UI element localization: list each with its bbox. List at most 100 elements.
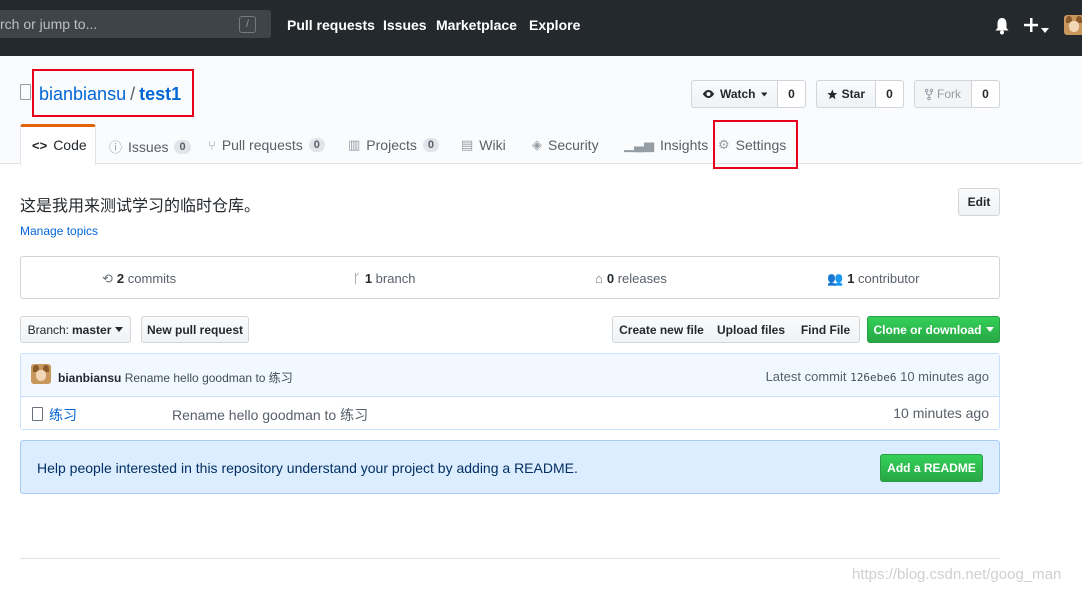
watch-button[interactable]: Watch <box>691 80 778 108</box>
issue-icon: ⓘ <box>109 140 123 155</box>
eye-icon <box>702 89 715 99</box>
find-file-button[interactable]: Find File <box>792 316 860 343</box>
watch-count[interactable]: 0 <box>778 80 806 108</box>
history-icon: ⟲ <box>102 271 113 286</box>
file-name-link[interactable]: 练习 <box>49 405 77 425</box>
fork-count[interactable]: 0 <box>972 80 1000 108</box>
bell-icon[interactable] <box>994 17 1010 38</box>
search-placeholder: rch or jump to... <box>0 16 98 32</box>
contributors-link[interactable]: 👥 1 contributor <box>827 271 919 287</box>
watermark: https://blog.csdn.net/goog_man <box>852 566 1062 583</box>
branch-prefix: Branch: <box>27 322 69 337</box>
fork-icon <box>925 88 933 100</box>
commit-author-link[interactable]: bianbiansu <box>58 371 121 385</box>
tab-wiki[interactable]: ▤ Wiki <box>461 137 506 153</box>
releases-link[interactable]: ⌂ 0 releases <box>595 271 667 286</box>
star-button[interactable]: Star <box>816 80 876 108</box>
highlight-box-settings <box>713 120 798 169</box>
repo-description: 这是我用来测试学习的临时仓库。 <box>20 198 261 215</box>
commit-age: 10 minutes ago <box>900 369 989 384</box>
global-header: rch or jump to... / Pull requests Issues… <box>0 0 1082 56</box>
tab-projects-label: Projects <box>366 137 417 153</box>
commit-sha-link[interactable]: 126ebe6 <box>850 371 896 384</box>
upload-files-button[interactable]: Upload files <box>710 316 793 343</box>
commit-message-link[interactable]: Rename hello goodman to 练习 <box>125 371 293 385</box>
latest-commit-info: Latest commit 126ebe6 10 minutes ago <box>766 369 989 384</box>
tab-code[interactable]: <> Code <box>32 137 87 153</box>
slash-shortcut-hint: / <box>239 16 256 33</box>
edit-description-button[interactable]: Edit <box>958 188 1000 216</box>
manage-topics-link[interactable]: Manage topics <box>20 224 98 238</box>
fork-button-group: Fork 0 <box>914 80 1000 108</box>
commits-label: commits <box>127 271 177 286</box>
pull-request-icon: ⑂ <box>208 137 216 153</box>
commit-summary: bianbiansu Rename hello goodman to 练习 <box>58 369 293 386</box>
commits-count: 2 <box>116 271 125 286</box>
tab-code-label: Code <box>53 137 87 153</box>
commit-author-avatar[interactable] <box>31 364 51 384</box>
branch-name: master <box>72 322 112 337</box>
nav-issues[interactable]: Issues <box>383 17 427 33</box>
tab-pull-requests-count: 0 <box>308 138 325 152</box>
contributor-count: 1 <box>847 271 855 286</box>
watch-label: Watch <box>719 87 756 101</box>
tab-projects-count: 0 <box>422 138 439 152</box>
clone-label: Clone or download <box>873 322 982 337</box>
repo-icon <box>20 84 31 100</box>
commit-tease: bianbiansu Rename hello goodman to 练习 La… <box>21 354 999 397</box>
tab-pull-requests[interactable]: ⑂ Pull requests 0 <box>208 137 325 153</box>
fork-button[interactable]: Fork <box>914 80 972 108</box>
table-row: 练习 Rename hello goodman to 练习 10 minutes… <box>21 397 999 429</box>
tab-issues-label: Issues <box>128 138 169 155</box>
avatar[interactable] <box>1064 15 1082 35</box>
branch-label: branch <box>375 271 416 286</box>
footer-divider <box>20 558 1000 559</box>
nav-pull-requests[interactable]: Pull requests <box>287 17 375 33</box>
project-icon: ▥ <box>348 137 361 152</box>
branch-icon: ᚴ <box>353 271 361 286</box>
tab-wiki-label: Wiki <box>479 137 506 153</box>
numbers-summary: ⟲ 2 commits ᚴ1 branch ⌂ 0 releases 👥 1 cont… <box>20 256 1000 299</box>
tab-security-label: Security <box>548 137 599 153</box>
commits-link[interactable]: ⟲ 2 commits <box>102 271 176 287</box>
tab-issues-count: 0 <box>174 139 191 154</box>
tab-security[interactable]: ◈ Security <box>532 137 599 153</box>
fork-label: Fork <box>937 87 961 101</box>
search-input[interactable]: rch or jump to... / <box>0 10 271 38</box>
star-label: Star <box>841 87 865 101</box>
graph-icon: ▁▃▅ <box>624 137 654 152</box>
caret-down-icon[interactable] <box>1041 22 1049 37</box>
file-age: 10 minutes ago <box>893 405 989 421</box>
shield-icon: ◈ <box>532 137 542 152</box>
tab-insights[interactable]: ▁▃▅ Insights <box>624 137 708 153</box>
readme-prompt-text: Help people interested in this repositor… <box>37 460 578 476</box>
plus-icon[interactable] <box>1024 17 1038 36</box>
caret-down-icon <box>760 91 767 97</box>
clone-or-download-button[interactable]: Clone or download <box>867 316 1000 343</box>
tab-insights-label: Insights <box>660 137 709 153</box>
star-button-group: Star 0 <box>816 80 904 108</box>
caret-down-icon <box>115 327 124 332</box>
new-pull-request-button[interactable]: New pull request <box>141 316 249 343</box>
file-commit-message-link[interactable]: Rename hello goodman to 练习 <box>172 405 368 425</box>
book-icon: ▤ <box>461 137 474 152</box>
tab-pull-requests-label: Pull requests <box>221 137 303 153</box>
nav-marketplace[interactable]: Marketplace <box>436 17 517 33</box>
branch-count: 1 <box>364 271 373 286</box>
create-new-file-button[interactable]: Create new file <box>612 316 711 343</box>
tab-issues[interactable]: ⓘ Issues 0 <box>109 137 191 156</box>
nav-explore[interactable]: Explore <box>529 17 580 33</box>
latest-commit-label: Latest commit <box>765 369 847 384</box>
branches-link[interactable]: ᚴ1 branch <box>353 271 415 286</box>
people-icon: 👥 <box>827 271 844 286</box>
releases-count: 0 <box>606 271 615 286</box>
branch-select-button[interactable]: Branch: master <box>20 316 131 343</box>
tag-icon: ⌂ <box>595 271 603 286</box>
tab-projects[interactable]: ▥ Projects 0 <box>348 137 439 153</box>
star-count[interactable]: 0 <box>876 80 904 108</box>
highlight-box-repo-title <box>32 69 194 117</box>
file-table: bianbiansu Rename hello goodman to 练习 La… <box>20 353 1000 430</box>
contributor-label: contributor <box>858 271 920 286</box>
readme-prompt: Help people interested in this repositor… <box>20 440 1000 494</box>
add-readme-button[interactable]: Add a README <box>880 454 983 482</box>
